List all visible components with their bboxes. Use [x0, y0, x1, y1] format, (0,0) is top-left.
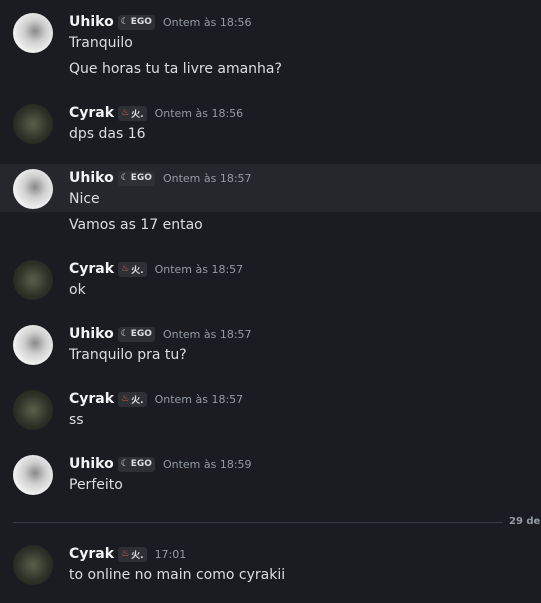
author-name[interactable]: Uhiko [69, 170, 114, 186]
message-text: ss [69, 412, 84, 428]
message-header: Uhiko ☾ EGO Ontem às 18:57 [69, 168, 252, 188]
timestamp: Ontem às 18:57 [162, 171, 252, 185]
timestamp: Ontem às 18:57 [154, 392, 244, 406]
message-text: Tranquilo pra tu? [69, 347, 187, 363]
message-text: dps das 16 [69, 126, 146, 142]
moon-icon: ☾ [120, 329, 129, 339]
message-text: to online no main como cyrakii [69, 567, 286, 583]
clan-tag[interactable]: ♨ 火. [118, 261, 147, 277]
message-text: ok [69, 282, 86, 298]
message-header: Cyrak ♨ 火. Ontem às 18:57 [69, 389, 243, 409]
clan-tag-label: EGO [130, 17, 152, 27]
avatar[interactable] [13, 13, 53, 53]
message-header: Uhiko ☾ EGO Ontem às 18:59 [69, 454, 252, 474]
clan-tag-label: EGO [130, 173, 152, 183]
avatar[interactable] [13, 104, 53, 144]
clan-tag-label: 火. [131, 265, 144, 276]
author-name[interactable]: Uhiko [69, 14, 114, 30]
fire-icon: ♨ [121, 264, 130, 274]
clan-tag-label: EGO [130, 329, 152, 339]
timestamp: Ontem às 18:56 [154, 106, 244, 120]
date-divider-line [13, 522, 503, 523]
fire-icon: ♨ [121, 108, 130, 118]
fire-icon: ♨ [121, 394, 130, 404]
author-name[interactable]: Cyrak [69, 546, 114, 562]
timestamp: Ontem às 18:56 [162, 15, 252, 29]
timestamp: Ontem às 18:57 [154, 262, 244, 276]
timestamp: Ontem às 18:59 [162, 457, 252, 471]
author-name[interactable]: Cyrak [69, 261, 114, 277]
message-header: Uhiko ☾ EGO Ontem às 18:56 [69, 12, 252, 32]
clan-tag-label: 火. [131, 109, 144, 120]
author-name[interactable]: Cyrak [69, 105, 114, 121]
author-name[interactable]: Uhiko [69, 456, 114, 472]
message-text: Vamos as 17 entao [69, 217, 203, 233]
moon-icon: ☾ [120, 17, 129, 27]
clan-tag[interactable]: ☾ EGO [117, 170, 155, 186]
clan-tag[interactable]: ♨ 火. [118, 105, 147, 121]
message-header: Cyrak ♨ 火. Ontem às 18:56 [69, 103, 243, 123]
clan-tag[interactable]: ☾ EGO [117, 326, 155, 342]
message-text: Tranquilo [69, 35, 133, 51]
avatar[interactable] [13, 455, 53, 495]
timestamp: 17:01 [154, 547, 187, 561]
clan-tag[interactable]: ☾ EGO [117, 14, 155, 30]
avatar[interactable] [13, 545, 53, 585]
date-divider-label: 29 de [509, 516, 541, 527]
message-text: Nice [69, 191, 100, 207]
clan-tag-label: 火. [131, 395, 144, 406]
timestamp: Ontem às 18:57 [162, 327, 252, 341]
chat-messages: Uhiko ☾ EGO Ontem às 18:56 Tranquilo Que… [0, 0, 541, 603]
message-text: Perfeito [69, 477, 123, 493]
fire-icon: ♨ [121, 549, 130, 559]
avatar[interactable] [13, 390, 53, 430]
message-header: Cyrak ♨ 火. 17:01 [69, 544, 186, 564]
message-text: Que horas tu ta livre amanha? [69, 61, 282, 77]
moon-icon: ☾ [120, 459, 129, 469]
clan-tag-label: EGO [130, 459, 152, 469]
author-name[interactable]: Cyrak [69, 391, 114, 407]
clan-tag[interactable]: ♨ 火. [118, 546, 147, 562]
avatar[interactable] [13, 260, 53, 300]
clan-tag-label: 火. [131, 550, 144, 561]
clan-tag[interactable]: ☾ EGO [117, 456, 155, 472]
avatar[interactable] [13, 325, 53, 365]
author-name[interactable]: Uhiko [69, 326, 114, 342]
message-header: Uhiko ☾ EGO Ontem às 18:57 [69, 324, 252, 344]
avatar[interactable] [13, 169, 53, 209]
message-header: Cyrak ♨ 火. Ontem às 18:57 [69, 259, 243, 279]
moon-icon: ☾ [120, 173, 129, 183]
clan-tag[interactable]: ♨ 火. [118, 391, 147, 407]
